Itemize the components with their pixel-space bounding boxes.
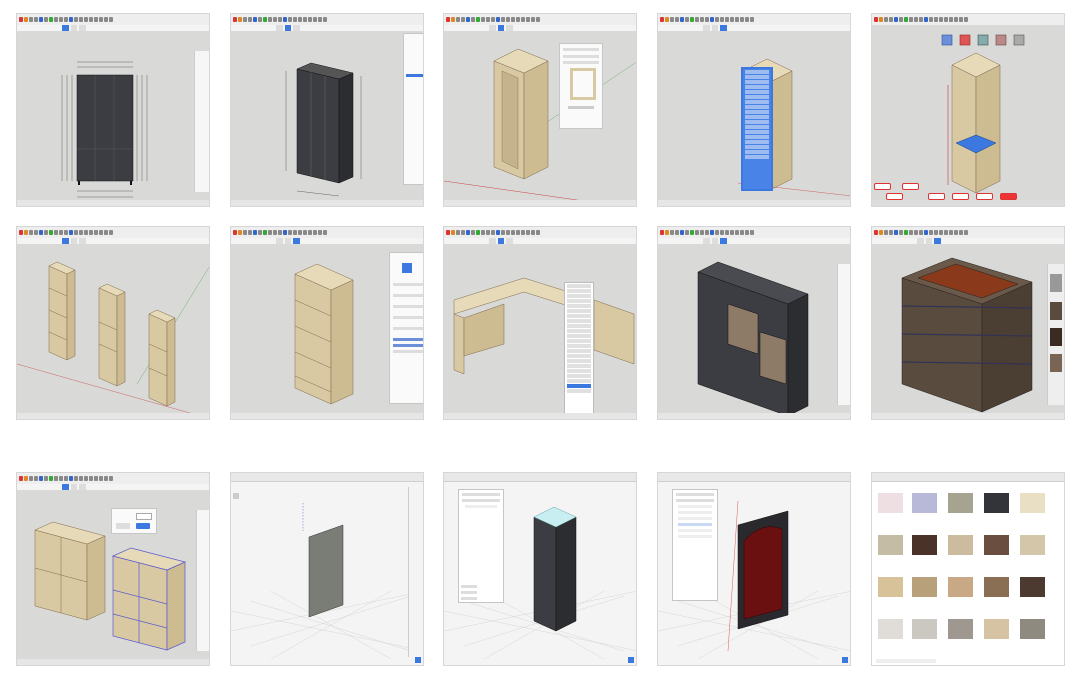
material-swatch[interactable]	[878, 619, 903, 639]
status-bar	[17, 200, 209, 206]
material-swatch[interactable]	[878, 577, 903, 597]
part-tag[interactable]	[902, 183, 919, 190]
material-swatch[interactable]	[948, 577, 973, 597]
part-tag[interactable]	[886, 193, 903, 200]
status-bar	[872, 413, 1064, 419]
material-swatch[interactable]	[1020, 493, 1045, 513]
screenshot-tile-12	[230, 472, 424, 666]
cancel-button[interactable]	[116, 523, 130, 529]
view-toggle-button[interactable]	[842, 657, 848, 663]
status-bar	[658, 200, 850, 206]
view-toggle-button[interactable]	[415, 657, 421, 663]
status-bar	[17, 659, 209, 665]
material-swatch[interactable]	[984, 619, 1009, 639]
part-tag[interactable]	[874, 183, 891, 190]
screenshot-tile-10	[871, 226, 1065, 420]
material-swatch[interactable]	[912, 535, 937, 555]
tool-panel[interactable]	[408, 487, 423, 657]
open-frame-cabinet-drawing	[444, 48, 636, 201]
tree-panel[interactable]	[458, 489, 504, 603]
part-tag[interactable]	[928, 193, 945, 200]
part-tag[interactable]	[976, 193, 993, 200]
material-swatch[interactable]	[878, 535, 903, 555]
screenshot-tile-6	[16, 226, 210, 420]
pagination[interactable]	[876, 659, 936, 663]
material-swatch[interactable]	[1020, 577, 1045, 597]
material-swatch[interactable]	[912, 577, 937, 597]
cabinet-shelf-selection-drawing	[941, 34, 1025, 194]
part-tag[interactable]	[952, 193, 969, 200]
screenshot-tile-3	[443, 13, 637, 207]
wall-unit-drawing	[697, 261, 809, 414]
properties-panel[interactable]	[403, 33, 423, 185]
dimension-dialog[interactable]	[559, 43, 603, 129]
screenshot-tile-8	[443, 226, 637, 420]
side-panel[interactable]	[837, 264, 850, 405]
context-menu[interactable]	[741, 67, 773, 191]
3d-viewport[interactable]	[658, 244, 850, 414]
3d-viewport[interactable]	[231, 31, 423, 200]
material-panel[interactable]	[1047, 264, 1064, 405]
ok-button[interactable]	[136, 523, 150, 529]
status-bar	[444, 200, 636, 206]
screenshot-tile-13	[443, 472, 637, 666]
context-menu[interactable]	[564, 282, 594, 414]
screenshot-tile-7	[230, 226, 424, 420]
material-swatch[interactable]	[984, 493, 1009, 513]
part-tag-selected[interactable]	[1000, 193, 1017, 200]
material-swatch[interactable]	[878, 493, 903, 513]
status-bar	[444, 413, 636, 419]
material-swatch[interactable]	[1020, 619, 1045, 639]
material-swatch[interactable]	[948, 493, 973, 513]
3d-viewport[interactable]	[444, 244, 636, 414]
material-swatch[interactable]	[984, 535, 1009, 555]
material-swatch[interactable]	[948, 619, 973, 639]
component-tree[interactable]	[672, 489, 718, 601]
l-shaped-desk-drawing	[453, 277, 635, 375]
properties-panel[interactable]	[389, 252, 423, 404]
screenshot-tile-5	[871, 13, 1065, 207]
screenshot-tile-14	[657, 472, 851, 666]
screenshot-tile-11	[16, 472, 210, 666]
material-swatch[interactable]	[948, 535, 973, 555]
material-swatch[interactable]	[984, 577, 1009, 597]
screenshot-tile-15	[871, 472, 1065, 666]
3d-viewport[interactable]	[872, 25, 1064, 200]
three-bookcases-drawing	[17, 261, 209, 414]
3d-viewport[interactable]	[444, 31, 636, 201]
dialog-input[interactable]	[136, 513, 152, 520]
3d-viewport[interactable]	[658, 31, 850, 200]
status-bar	[231, 200, 423, 206]
side-panel[interactable]	[196, 510, 209, 651]
material-swatch[interactable]	[1020, 535, 1045, 555]
window-title	[872, 473, 1064, 482]
screenshot-tile-9	[657, 226, 851, 420]
cabinet-front-view-drawing	[61, 61, 148, 198]
3d-viewport[interactable]	[17, 244, 209, 414]
3d-viewport[interactable]	[17, 490, 209, 659]
input-dialog[interactable]	[111, 508, 157, 534]
screenshot-tile-1	[16, 13, 210, 207]
drawer-stack-drawing	[901, 257, 1033, 413]
material-swatch[interactable]	[912, 619, 937, 639]
view-toggle-button[interactable]	[628, 657, 634, 663]
material-swatch[interactable]	[912, 493, 937, 513]
screenshot-tile-4	[657, 13, 851, 207]
3d-viewport[interactable]	[231, 244, 423, 413]
door-panel-3d-grid	[231, 493, 423, 660]
status-bar	[17, 413, 209, 419]
3d-viewport[interactable]	[872, 244, 1064, 413]
cabinet-perspective-drawing	[285, 62, 362, 197]
3d-viewport[interactable]	[17, 31, 209, 200]
side-panel[interactable]	[194, 51, 209, 192]
screenshot-tile-2	[230, 13, 424, 207]
status-bar	[658, 413, 850, 419]
status-bar	[231, 413, 423, 419]
